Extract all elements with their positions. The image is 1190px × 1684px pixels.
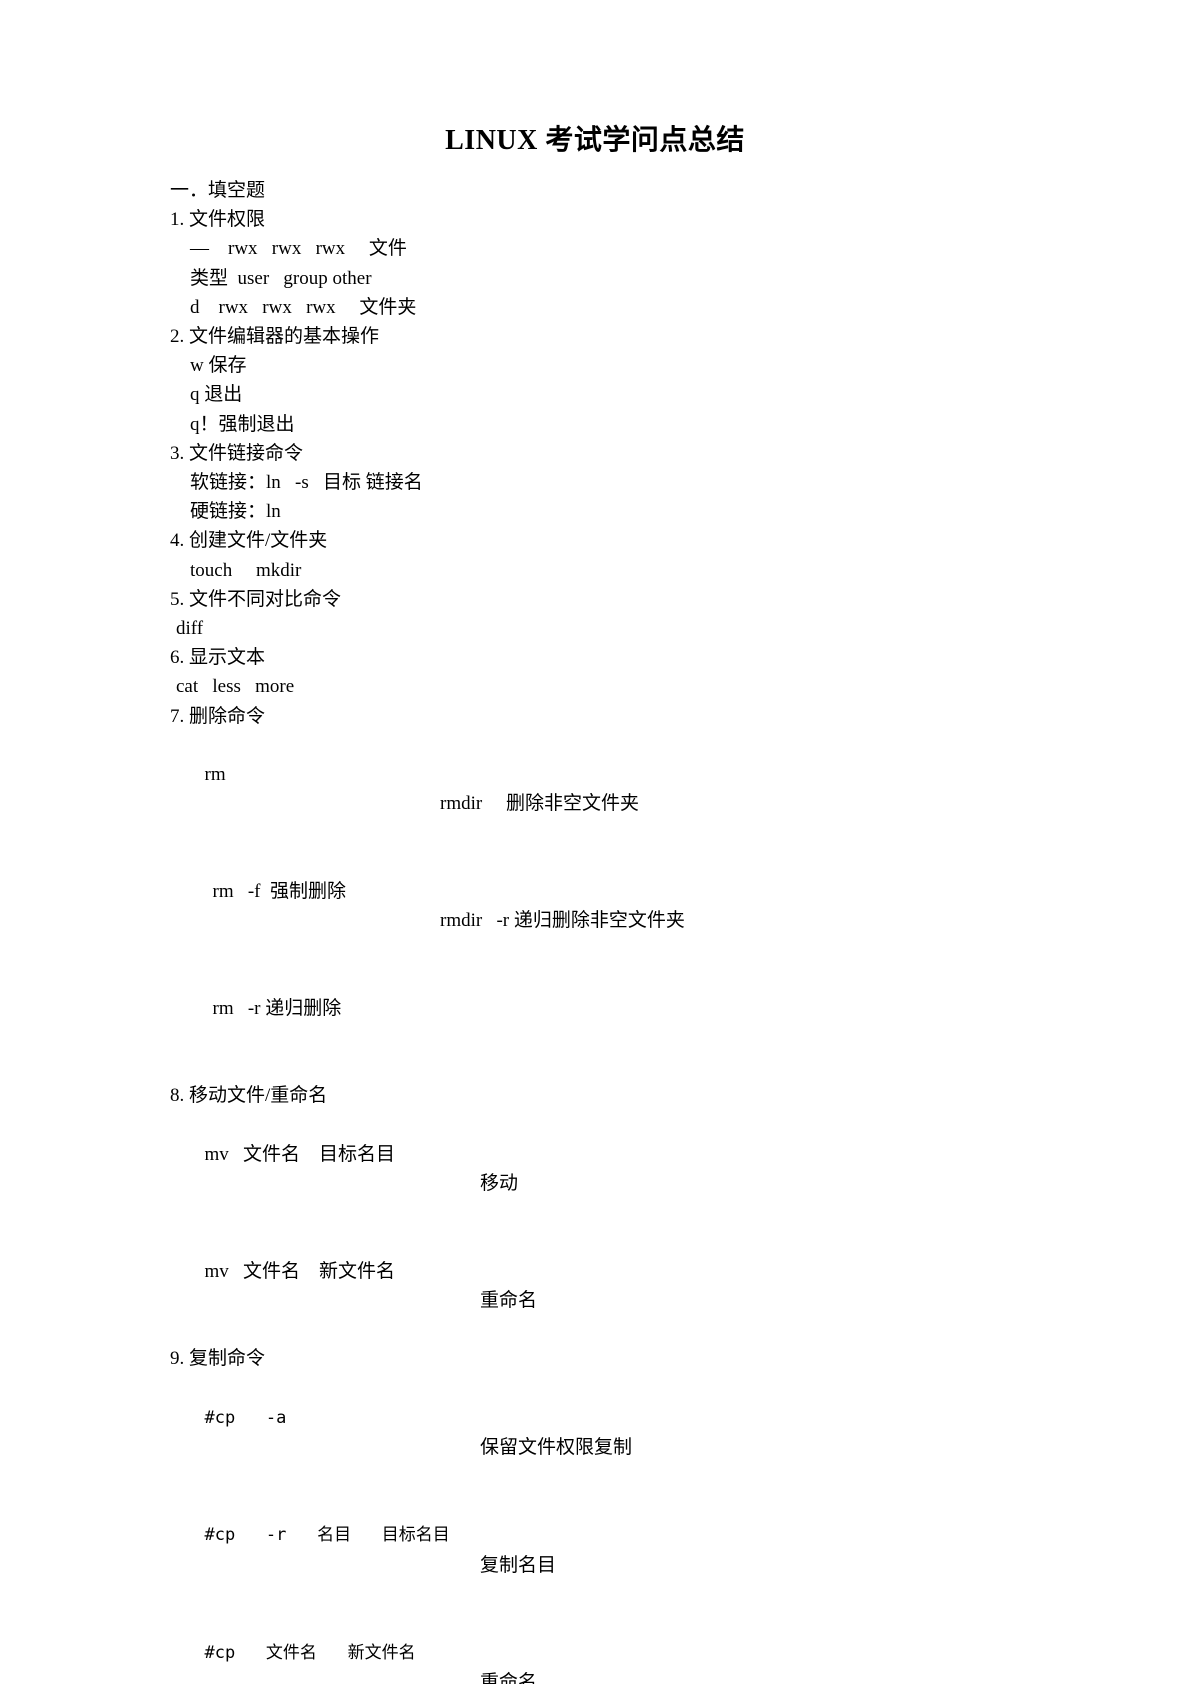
fill-item-6-number: 6. — [170, 647, 185, 669]
fill-item-3-title: 3. 文件链接命令 — [170, 439, 1070, 468]
delete-row: rm rmdir 删除非空文件夹 — [170, 731, 1070, 848]
fill-item-3-number: 3. — [170, 442, 185, 464]
fill-item-3-line-2: 硬链接：ln — [190, 501, 281, 523]
fill-item-5-title: 5. 文件不同对比命令 — [170, 585, 1070, 614]
fill-item-7-number: 7. — [170, 705, 185, 727]
copy-row-left: #cp -r 名目 目标名目 — [204, 1525, 450, 1546]
fill-item-8-label: 移动文件/重命名 — [189, 1085, 328, 1107]
move-row-right: 重命名 — [480, 1289, 538, 1311]
fill-item-9-label: 复制命令 — [189, 1348, 266, 1370]
fill-item-8-title: 8. 移动文件/重命名 — [170, 1081, 1070, 1110]
fill-item-2-line-2: q 退出 — [190, 384, 243, 406]
fill-item-2-title: 2. 文件编辑器的基本操作 — [170, 322, 1070, 351]
copy-row-right: 复制名目 — [480, 1554, 557, 1576]
fill-item-5-line-1: diff — [176, 618, 204, 640]
copy-row: #cp -a 保留文件权限复制 — [170, 1373, 1070, 1491]
copy-row: #cp -r 名目 目标名目 复制名目 — [170, 1491, 1070, 1609]
fill-item-5-label: 文件不同对比命令 — [189, 588, 342, 610]
fill-item-3-label: 文件链接命令 — [189, 442, 304, 464]
copy-row-right: 保留文件权限复制 — [480, 1436, 633, 1458]
page-title: LINUX 考试学问点总结 — [445, 125, 745, 156]
fill-item-8-number: 8. — [170, 1085, 185, 1107]
fill-item-2-line-1: w 保存 — [190, 355, 247, 377]
delete-row: rm -f 强制删除 rmdir -r 递归删除非空文件夹 — [170, 848, 1070, 965]
fill-item-6-line-1: cat less more — [176, 676, 295, 698]
fill-item-4-line-1: touch mkdir — [190, 559, 302, 581]
fill-item-1-line-3: d rwx rwx rwx 文件夹 — [190, 296, 417, 318]
fill-item-1-title: 1. 文件权限 — [170, 205, 1070, 234]
fill-item-7-title: 7. 删除命令 — [170, 702, 1070, 731]
move-row: mv 文件名 目标名目 移动 — [170, 1111, 1070, 1228]
fill-item-9-title: 9. 复制命令 — [170, 1344, 1070, 1373]
document-body: 一．填空题 1. 文件权限 — rwx rwx rwx 文件 类型 user g… — [170, 176, 1070, 1684]
copy-row-right: 重命名 — [480, 1672, 538, 1684]
section-one-heading: 一．填空题 — [170, 180, 266, 201]
delete-row-left: rm — [204, 764, 226, 786]
fill-item-1-line-1: — rwx rwx rwx 文件 — [190, 238, 407, 260]
delete-row-right: rmdir 删除非空文件夹 — [440, 793, 639, 815]
fill-item-9-number: 9. — [170, 1348, 185, 1370]
fill-item-5-number: 5. — [170, 588, 185, 610]
move-row: mv 文件名 新文件名 重命名 — [170, 1227, 1070, 1344]
move-row-right: 移动 — [480, 1172, 519, 1194]
fill-item-6-title: 6. 显示文本 — [170, 643, 1070, 672]
delete-row: rm -r 递归删除 — [170, 964, 1070, 1081]
move-row-left: mv 文件名 新文件名 — [204, 1260, 396, 1282]
copy-row-left: #cp -a — [204, 1407, 287, 1428]
fill-item-2-line-3: q！强制退出 — [190, 413, 295, 435]
fill-item-1-number: 1. — [170, 209, 185, 231]
fill-item-4-number: 4. — [170, 530, 185, 552]
document-page: LINUX 考试学问点总结 一．填空题 1. 文件权限 — rwx rwx rw… — [0, 0, 1190, 1684]
delete-row-left: rm -f 强制删除 — [212, 880, 347, 902]
fill-item-6-label: 显示文本 — [189, 647, 266, 669]
delete-row-right: rmdir -r 递归删除非空文件夹 — [440, 910, 685, 932]
fill-item-4-label: 创建文件/文件夹 — [189, 530, 328, 552]
fill-item-2-number: 2. — [170, 326, 185, 348]
fill-item-1-label: 文件权限 — [189, 209, 266, 231]
fill-item-3-line-1: 软链接：ln -s 目标 链接名 — [190, 472, 423, 494]
copy-row: #cp 文件名 新文件名 重命名 — [170, 1609, 1070, 1684]
fill-item-7-label: 删除命令 — [189, 705, 266, 727]
delete-row-left: rm -r 递归删除 — [212, 997, 342, 1019]
fill-item-1-line-2: 类型 user group other — [190, 267, 372, 289]
fill-item-4-title: 4. 创建文件/文件夹 — [170, 526, 1070, 555]
copy-row-left: #cp 文件名 新文件名 — [204, 1643, 416, 1664]
fill-item-2-label: 文件编辑器的基本操作 — [189, 326, 380, 348]
move-row-left: mv 文件名 目标名目 — [204, 1143, 396, 1165]
